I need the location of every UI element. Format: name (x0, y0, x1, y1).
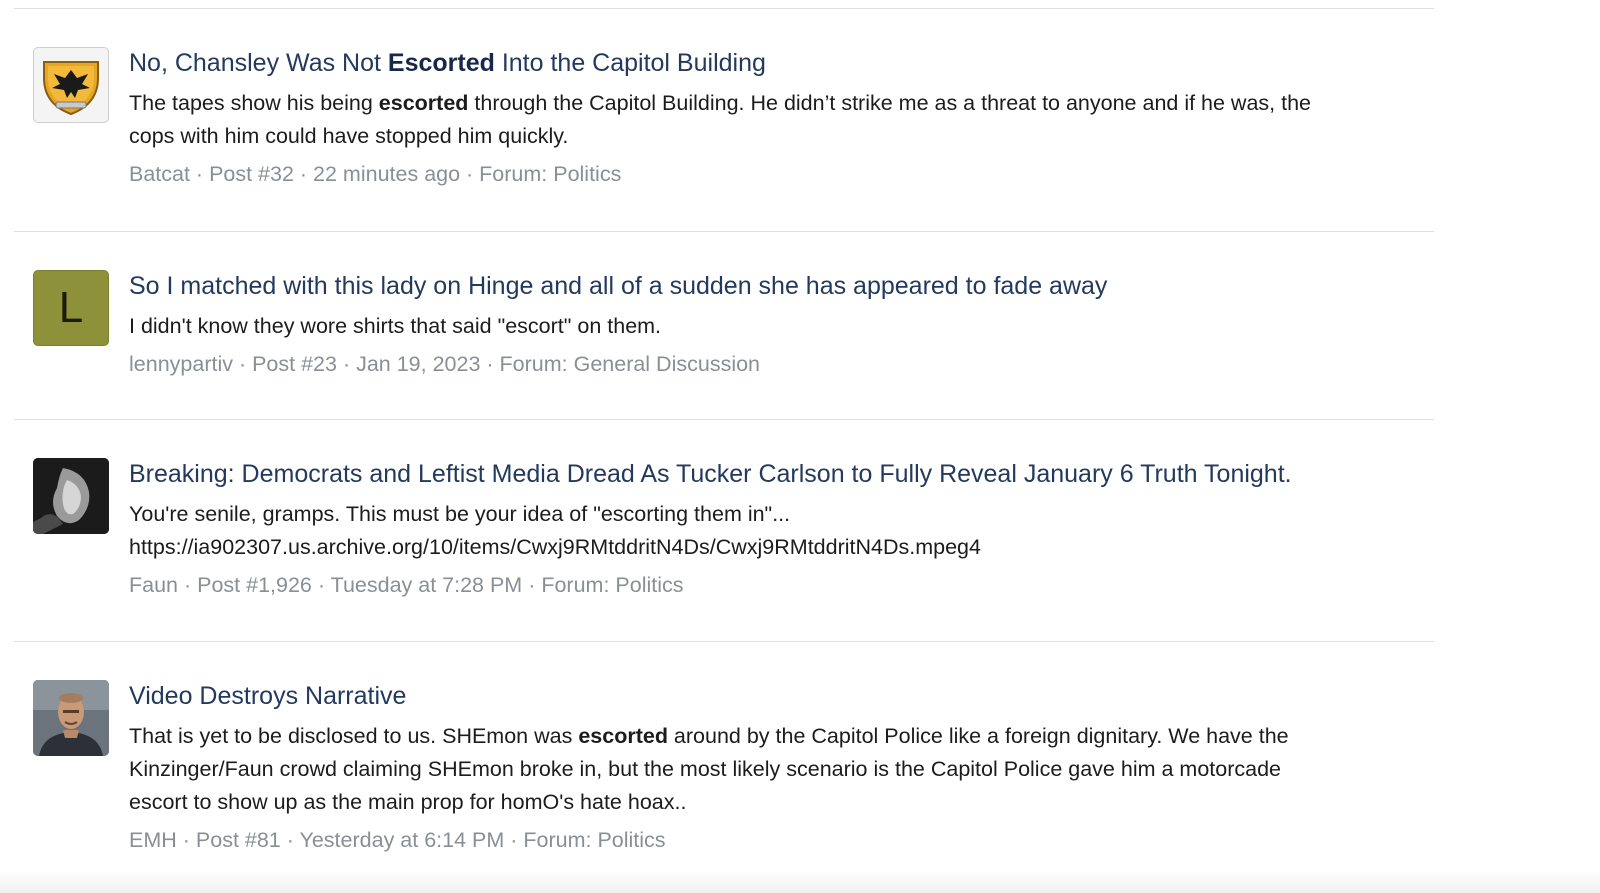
avatar[interactable] (33, 47, 109, 123)
snippet-highlight: escorted (578, 724, 668, 748)
snippet-highlight: escorted (378, 91, 469, 115)
snippet-line: The tapes show his being escorted throug… (129, 87, 1414, 120)
search-result: L So I matched with this lady on Hinge a… (14, 231, 1434, 419)
result-title-link[interactable]: No, Chansley Was Not Escorted Into the C… (129, 47, 1414, 79)
snippet-line: escort to show up as the main prop for h… (129, 786, 1414, 819)
forum-link[interactable]: Forum: Politics (523, 828, 665, 852)
crest-eagle-icon (43, 61, 99, 116)
title-text: Video Destroys Narrative (129, 682, 407, 710)
post-link[interactable]: Post #32 (209, 162, 294, 186)
avatar-letter: L (58, 283, 84, 332)
bottom-fade (0, 869, 1600, 893)
snippet-text: You're senile, gramps. This must be your… (129, 502, 791, 526)
meta-separator: · (293, 162, 314, 186)
snippet-text: cops with him could have stopped him qui… (129, 124, 569, 148)
snippet-line: I didn't know they wore shirts that said… (129, 310, 1414, 343)
snippet-text: That is yet to be disclosed to us. SHEmo… (129, 724, 579, 748)
post-link[interactable]: Post #81 (196, 828, 281, 852)
snippet-line: https://ia902307.us.archive.org/10/items… (129, 531, 1414, 564)
result-title-link[interactable]: Breaking: Democrats and Leftist Media Dr… (129, 458, 1414, 490)
meta-separator: · (480, 352, 500, 376)
meta-separator: · (311, 573, 331, 597)
meta-separator: · (336, 352, 357, 376)
result-snippet: You're senile, gramps. This must be your… (129, 498, 1414, 564)
snippet-text: through the Capitol Building. He didn’t … (468, 91, 1312, 115)
search-result: Video Destroys Narrative That is yet to … (14, 641, 1434, 881)
title-text: So I matched with this lady on Hinge and… (129, 272, 1108, 300)
result-title-link[interactable]: So I matched with this lady on Hinge and… (129, 270, 1414, 302)
avatar[interactable] (33, 680, 109, 756)
title-text: Breaking: Democrats and Leftist Media Dr… (129, 460, 1292, 488)
meta-separator: · (189, 162, 210, 186)
author-link[interactable]: Batcat (129, 162, 190, 186)
search-result: No, Chansley Was Not Escorted Into the C… (14, 8, 1434, 231)
snippet-line: Kinzinger/Faun crowd claiming SHEmon bro… (129, 753, 1414, 786)
meta-separator: · (176, 828, 196, 852)
author-link[interactable]: EMH (129, 828, 177, 852)
post-time: Yesterday at 6:14 PM (299, 828, 505, 852)
search-results-list: No, Chansley Was Not Escorted Into the C… (14, 8, 1434, 881)
man-photo-icon (33, 680, 109, 756)
result-meta: lennypartiv · Post #23 · Jan 19, 2023 · … (129, 349, 1414, 379)
snippet-text: escort to show up as the main prop for h… (129, 790, 687, 814)
post-link[interactable]: Post #23 (252, 352, 337, 376)
post-link[interactable]: Post #1,926 (197, 573, 312, 597)
meta-separator: · (280, 828, 300, 852)
author-link[interactable]: Faun (129, 573, 178, 597)
snippet-text: https://ia902307.us.archive.org/10/items… (129, 535, 981, 559)
snippet-text: around by the Capitol Police like a fore… (667, 724, 1289, 748)
title-text: No, Chansley Was Not (129, 49, 388, 77)
forum-link[interactable]: Forum: Politics (541, 573, 683, 597)
result-meta: Faun · Post #1,926 · Tuesday at 7:28 PM … (129, 570, 1414, 600)
author-link[interactable]: lennypartiv (129, 352, 233, 376)
title-text: Into the Capitol Building (494, 49, 766, 77)
snippet-text: The tapes show his being (129, 91, 379, 115)
meta-separator: · (504, 828, 524, 852)
meta-separator: · (232, 352, 253, 376)
title-highlight: Escorted (387, 49, 495, 77)
post-time: 22 minutes ago (313, 162, 461, 186)
avatar[interactable]: L (33, 270, 109, 346)
forum-link[interactable]: Forum: General Discussion (500, 352, 760, 376)
post-time: Tuesday at 7:28 PM (330, 573, 523, 597)
avatar[interactable] (33, 458, 109, 534)
result-snippet: That is yet to be disclosed to us. SHEmo… (129, 720, 1414, 819)
snippet-text: I didn't know they wore shirts that said… (129, 314, 662, 338)
meta-separator: · (522, 573, 542, 597)
forum-link[interactable]: Forum: Politics (479, 162, 621, 186)
result-title-link[interactable]: Video Destroys Narrative (129, 680, 1414, 712)
snippet-text: Kinzinger/Faun crowd claiming SHEmon bro… (129, 757, 1281, 781)
result-snippet: The tapes show his being escorted throug… (129, 87, 1414, 153)
meta-separator: · (178, 573, 198, 597)
snippet-line: You're senile, gramps. This must be your… (129, 498, 1414, 531)
dark-photo-icon (33, 458, 109, 534)
result-meta: EMH · Post #81 · Yesterday at 6:14 PM · … (129, 825, 1414, 855)
snippet-line: That is yet to be disclosed to us. SHEmo… (129, 720, 1414, 753)
result-snippet: I didn't know they wore shirts that said… (129, 310, 1414, 343)
post-time: Jan 19, 2023 (356, 352, 481, 376)
search-result: Breaking: Democrats and Leftist Media Dr… (14, 419, 1434, 641)
result-meta: Batcat · Post #32 · 22 minutes ago · For… (129, 159, 1414, 189)
snippet-line: cops with him could have stopped him qui… (129, 120, 1414, 153)
meta-separator: · (460, 162, 480, 186)
